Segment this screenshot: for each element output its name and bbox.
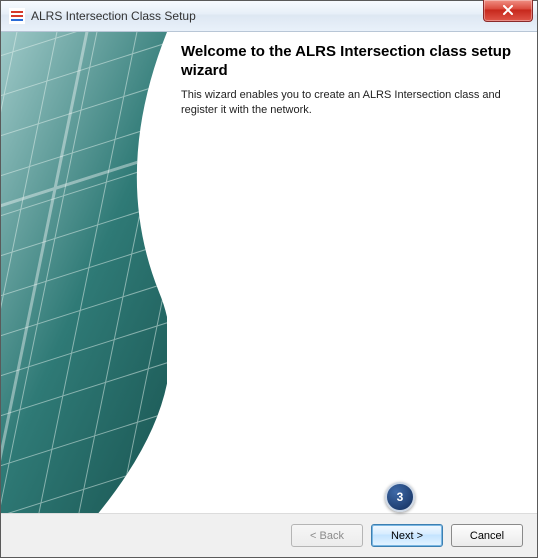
window-title: ALRS Intersection Class Setup — [31, 1, 196, 31]
step-callout-number: 3 — [397, 490, 404, 504]
next-button[interactable]: Next > — [371, 524, 443, 547]
close-icon — [502, 5, 514, 16]
app-icon — [9, 8, 25, 24]
wizard-side-graphic — [1, 32, 167, 513]
wizard-main-pane: Welcome to the ALRS Intersection class s… — [167, 32, 537, 513]
back-button: < Back — [291, 524, 363, 547]
wizard-content: Welcome to the ALRS Intersection class s… — [1, 32, 537, 513]
close-button[interactable] — [483, 0, 533, 22]
wizard-window: ALRS Intersection Class Setup — [0, 0, 538, 558]
wizard-footer: 3 < Back Next > Cancel — [1, 513, 537, 557]
wizard-heading: Welcome to the ALRS Intersection class s… — [181, 42, 523, 80]
title-bar: ALRS Intersection Class Setup — [1, 1, 537, 32]
wizard-description: This wizard enables you to create an ALR… — [181, 88, 523, 118]
cancel-button[interactable]: Cancel — [451, 524, 523, 547]
